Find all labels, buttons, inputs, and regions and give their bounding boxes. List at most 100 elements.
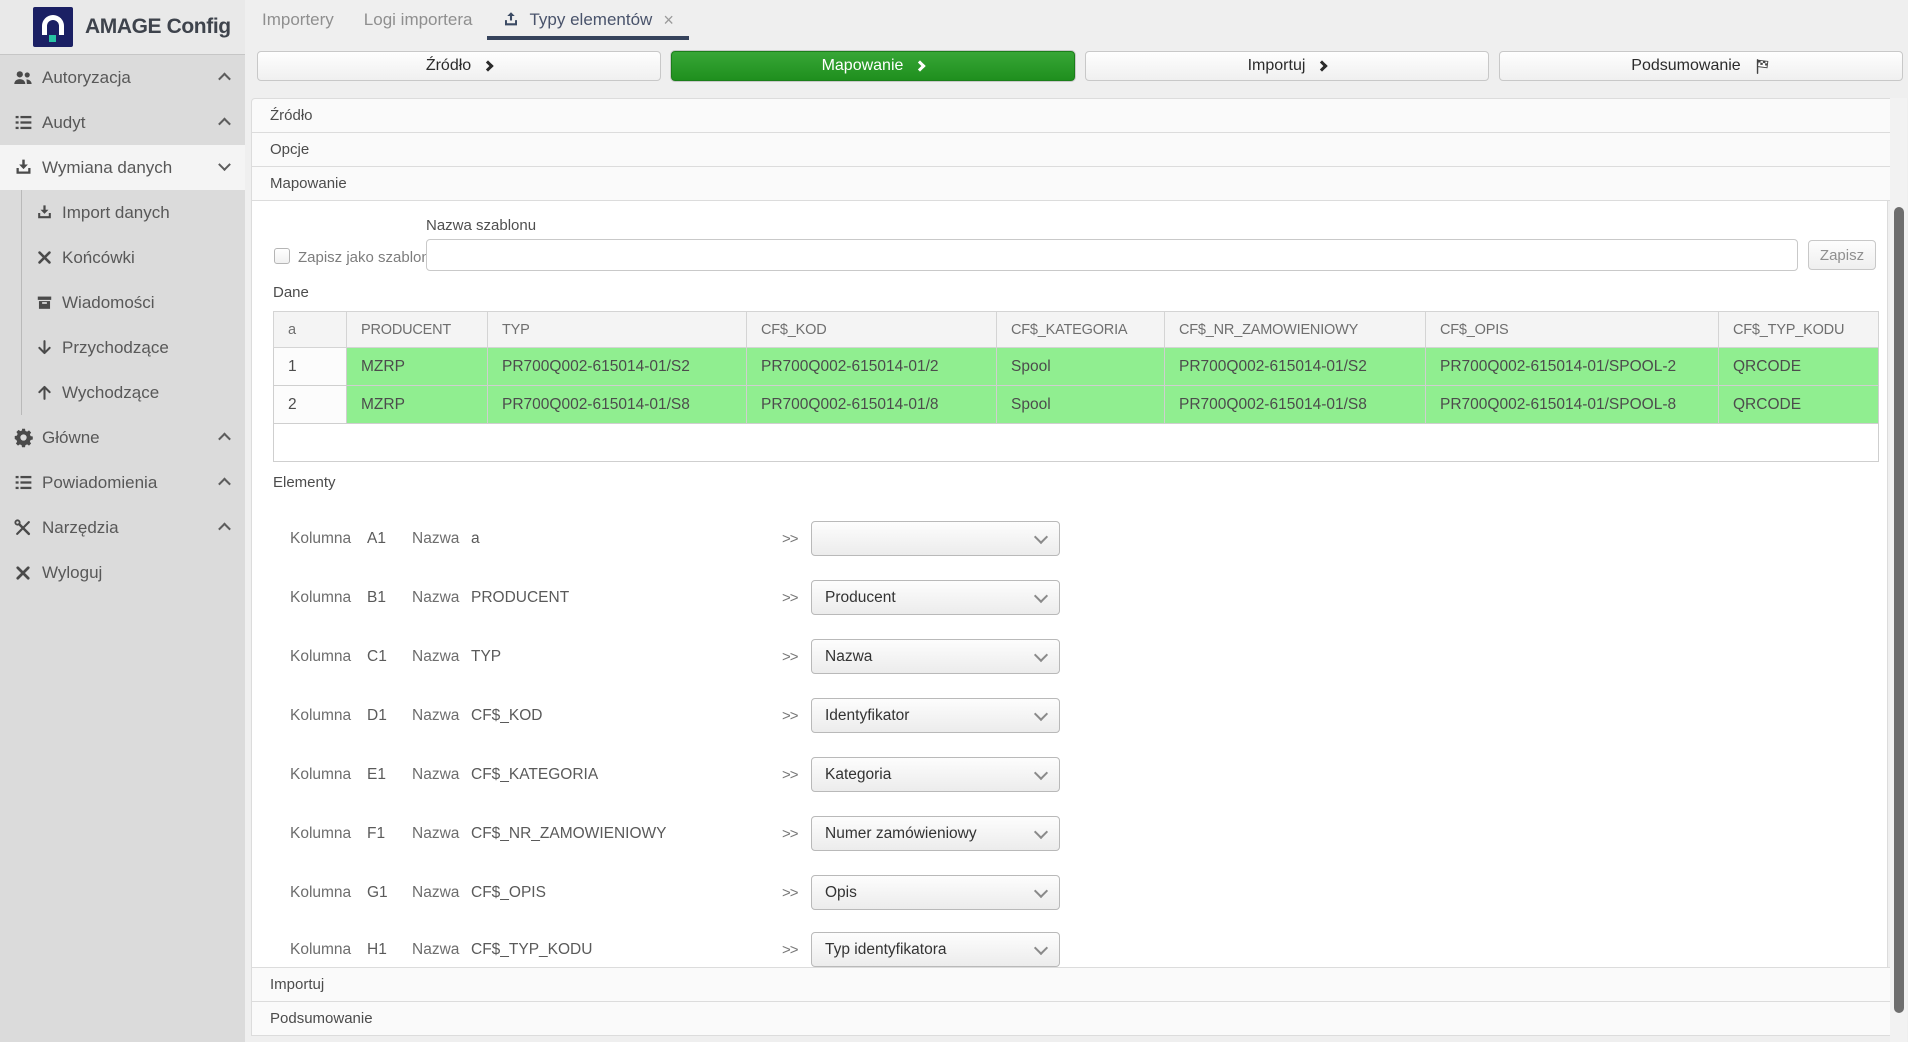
sidebar-item-wymiana-danych[interactable]: Wymiana danych [0,145,245,190]
download-tray-icon [33,203,55,222]
template-name-input[interactable] [426,239,1798,271]
mapping-select-a1[interactable] [811,521,1060,556]
selected-option: Producent [825,589,896,607]
column-letter: E1 [367,766,386,784]
upload-tray-icon [502,11,520,29]
column-name: CF$_NR_ZAMOWIENIOWY [471,825,666,843]
element-mapping-row-b1: Kolumna B1 Nazwa PRODUCENT >> Producent [252,580,1887,615]
sidebar-item-label: Narzędzia [42,518,220,538]
sidebar-item-label: Import danych [62,203,170,223]
element-mapping-row-f1: Kolumna F1 Nazwa CF$_NR_ZAMOWIENIOWY >> … [252,816,1887,851]
tab-typy-elementow[interactable]: Typy elementów × [487,0,688,40]
chevron-down-icon [1034,765,1048,779]
sidebar-item-audyt[interactable]: Audyt [0,100,245,145]
sidebar-item-koncowki[interactable]: Końcówki [0,235,245,280]
element-mapping-row-a1: Kolumna A1 Nazwa a >> [252,521,1887,556]
table-header-row: a PRODUCENT TYP CF$_KOD CF$_KATEGORIA CF… [274,312,1879,348]
kolumna-label: Kolumna [290,941,351,959]
mapping-select-f1[interactable]: Numer zamówieniowy [811,816,1060,851]
table-row[interactable]: 2 MZRP PR700Q002-615014-01/S8 PR700Q002-… [274,386,1879,424]
accordion-header-importuj[interactable]: Importuj [251,967,1903,1002]
mapping-select-g1[interactable]: Opis [811,875,1060,910]
sidebar-item-import-danych[interactable]: Import danych [0,190,245,235]
wizard-step-importuj-button[interactable]: Importuj [1085,51,1489,81]
sidebar-item-wyloguj[interactable]: Wyloguj [0,550,245,595]
scrollbar-thumb[interactable] [1894,207,1904,1013]
close-icon[interactable]: × [663,11,674,29]
data-section-label: Dane [273,284,309,301]
table-row[interactable]: 1 MZRP PR700Q002-615014-01/S2 PR700Q002-… [274,348,1879,386]
tab-importery[interactable]: Importery [247,0,349,40]
table-cell: MZRP [347,348,488,386]
mapping-select-b1[interactable]: Producent [811,580,1060,615]
app-title: AMAGE Config [85,15,231,39]
accordion-header-podsumowanie[interactable]: Podsumowanie [251,1001,1903,1036]
accordion-header-opcje[interactable]: Opcje [251,132,1903,167]
maps-to-arrows: >> [782,648,798,665]
nazwa-label: Nazwa [412,766,459,784]
close-icon [33,249,55,266]
accordion-header-zrodlo[interactable]: Źródło [251,98,1903,133]
sidebar: AMAGE Config Autoryzacja Audyt Wymiana d… [0,0,245,1042]
chevron-down-icon [1034,883,1048,897]
column-name: CF$_OPIS [471,884,546,902]
selected-option: Typ identyfikatora [825,941,946,959]
accordion-stack: Źródło Opcje Mapowanie Zapisz jako szabl… [251,98,1903,1036]
maps-to-arrows: >> [782,766,798,783]
mapping-select-d1[interactable]: Identyfikator [811,698,1060,733]
selected-option: Kategoria [825,766,891,784]
accordion-label: Źródło [270,107,313,124]
element-mapping-row-h1: Kolumna H1 Nazwa CF$_TYP_KODU >> Typ ide… [252,932,1887,967]
elements-section-label: Elementy [273,474,336,491]
table-cell: PR700Q002-615014-01/2 [747,348,997,386]
sidebar-item-powiadomienia[interactable]: Powiadomienia [0,460,245,505]
chevron-down-icon [1034,824,1048,838]
chevron-down-icon [1034,647,1048,661]
save-as-template-checkbox[interactable] [274,248,290,264]
column-name: PRODUCENT [471,589,569,607]
wizard-step-label: Importuj [1248,57,1306,75]
sidebar-item-glowne[interactable]: Główne [0,415,245,460]
column-letter: C1 [367,648,387,666]
sidebar-item-label: Powiadomienia [42,473,220,493]
column-header: PRODUCENT [347,312,488,348]
table-cell: PR700Q002-615014-01/S2 [1165,348,1426,386]
sidebar-item-przychodzace[interactable]: Przychodzące [0,325,245,370]
tab-logi-importera[interactable]: Logi importera [349,0,488,40]
chevron-down-icon [1034,529,1048,543]
row-number-cell: 1 [274,348,347,386]
users-icon [10,67,36,89]
wizard-step-mapowanie-button[interactable]: Mapowanie [671,51,1075,81]
sidebar-item-wychodzace[interactable]: Wychodzące [0,370,245,415]
wizard-step-zrodlo-button[interactable]: Źródło [257,51,661,81]
arrow-up-icon [33,383,55,402]
sidebar-item-wiadomosci[interactable]: Wiadomości [0,280,245,325]
column-letter: B1 [367,589,386,607]
mapping-select-c1[interactable]: Nazwa [811,639,1060,674]
table-cell: MZRP [347,386,488,424]
element-mapping-row-d1: Kolumna D1 Nazwa CF$_KOD >> Identyfikato… [252,698,1887,733]
list-icon [10,112,36,133]
kolumna-label: Kolumna [290,589,351,607]
mapping-select-h1[interactable]: Typ identyfikatora [811,932,1060,967]
list-icon [10,472,36,493]
accordion-header-mapowanie[interactable]: Mapowanie [251,166,1903,201]
sidebar-item-narzedzia[interactable]: Narzędzia [0,505,245,550]
chevron-up-icon [218,73,231,86]
mapping-select-e1[interactable]: Kategoria [811,757,1060,792]
selected-option: Identyfikator [825,707,909,725]
chevron-right-icon [483,60,494,71]
save-template-button[interactable]: Zapisz [1808,240,1876,270]
logo-teal-dot [49,35,56,42]
wizard-step-label: Mapowanie [822,57,904,75]
sidebar-item-autoryzacja[interactable]: Autoryzacja [0,55,245,100]
nazwa-label: Nazwa [412,825,459,843]
tab-label: Importery [262,10,334,30]
gear-icon [10,427,36,448]
sidebar-item-label: Przychodzące [62,338,169,358]
main-area: Importery Logi importera Typy elementów … [245,0,1908,1042]
sidebar-item-label: Wychodzące [62,383,159,403]
wizard-step-podsumowanie-button[interactable]: Podsumowanie [1499,51,1903,81]
wizard-steps: Źródło Mapowanie Importuj Podsumowanie [245,40,1908,91]
wizard-step-label: Podsumowanie [1631,57,1740,75]
